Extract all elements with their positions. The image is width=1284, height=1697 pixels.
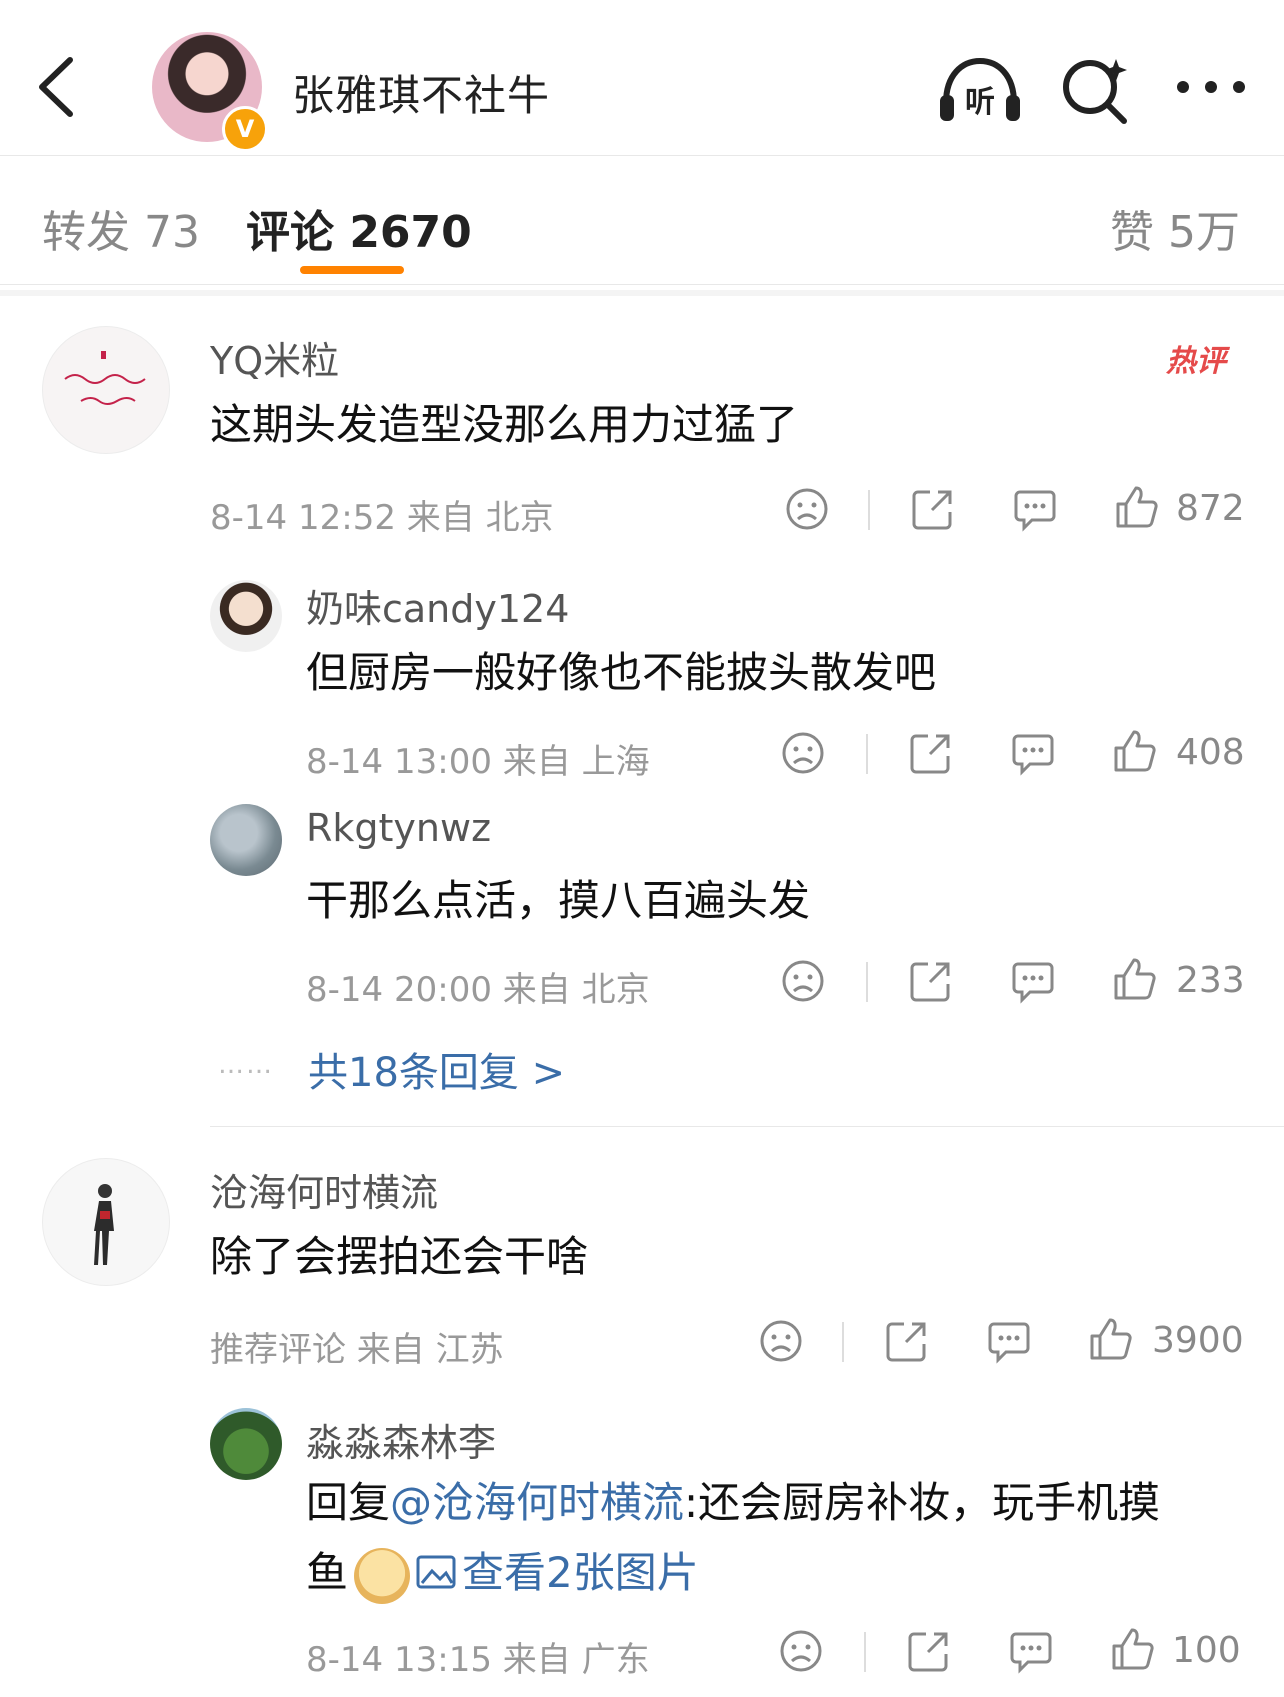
like-count: 408 xyxy=(1176,732,1245,773)
reply-comment-icon[interactable] xyxy=(986,1318,1032,1364)
like-thumb-icon[interactable] xyxy=(1110,1626,1156,1672)
like-count: 3900 xyxy=(1152,1320,1244,1361)
reply-meta: 8-14 20:00 来自 北京 xyxy=(306,970,650,1010)
reply-text-line1: :还会厨房补妆，玩手机摸 xyxy=(684,1478,1161,1527)
reply-avatar[interactable] xyxy=(210,1408,282,1480)
active-tab-indicator xyxy=(300,266,404,274)
reply-prefix: 回复 xyxy=(306,1478,391,1527)
commenter-name[interactable]: YQ米粒 xyxy=(210,330,339,385)
top-bar: V 张雅琪不社牛 听 xyxy=(0,0,1284,156)
comment-meta: 推荐评论 来自 江苏 xyxy=(210,1330,504,1370)
view-images-label: 查看2张图片 xyxy=(462,1548,699,1597)
dislike-icon[interactable] xyxy=(780,730,826,776)
share-icon[interactable] xyxy=(908,958,954,1004)
reply-meta: 8-14 13:15 来自 广东 xyxy=(306,1640,650,1680)
comment-divider xyxy=(210,1126,1284,1127)
reply-meta: 8-14 13:00 来自 上海 xyxy=(306,742,650,782)
tab-like[interactable]: 赞 5万 xyxy=(1110,196,1240,260)
doge-emoji-icon xyxy=(354,1547,411,1604)
hot-comment-badge: 热评 xyxy=(1166,344,1226,379)
like-thumb-icon[interactable] xyxy=(1114,484,1160,530)
action-separator xyxy=(868,490,870,530)
commenter-avatar[interactable] xyxy=(42,1158,170,1286)
reply-text-line2: 鱼 xyxy=(306,1548,349,1597)
like-count: 100 xyxy=(1172,1630,1241,1671)
view-all-replies-link[interactable]: 共18条回复 > xyxy=(308,1040,565,1098)
reply-author-name[interactable]: 奶味candy124 xyxy=(306,578,569,633)
reply-comment-icon[interactable] xyxy=(1012,486,1058,532)
reply-text: 但厨房一般好像也不能披头散发吧 xyxy=(306,648,937,697)
share-icon[interactable] xyxy=(884,1318,930,1364)
reply-comment-icon[interactable] xyxy=(1008,1628,1054,1674)
comment-text: 除了会摆拍还会干啥 xyxy=(210,1232,589,1281)
more-options-icon[interactable] xyxy=(1175,72,1247,102)
view-images-link[interactable]: 查看2张图片 xyxy=(416,1548,699,1597)
reply-text: 回复@沧海何时横流:还会厨房补妆，玩手机摸 鱼 查看2张图片 xyxy=(306,1468,1246,1608)
listen-label: 听 xyxy=(965,85,995,120)
comment-meta: 8-14 12:52 来自 北京 xyxy=(210,498,554,538)
dislike-icon[interactable] xyxy=(758,1318,804,1364)
commenter-avatar[interactable] xyxy=(42,326,170,454)
calligraphy-avatar-image xyxy=(64,351,146,405)
reply-comment-icon[interactable] xyxy=(1010,730,1056,776)
dislike-icon[interactable] xyxy=(780,958,826,1004)
dislike-icon[interactable] xyxy=(784,486,830,532)
action-separator xyxy=(866,734,868,774)
reply-comment-icon[interactable] xyxy=(1010,958,1056,1004)
walking-figure-avatar-image xyxy=(94,1184,114,1265)
like-thumb-icon[interactable] xyxy=(1112,956,1158,1002)
commenter-name[interactable]: 沧海何时横流 xyxy=(210,1162,438,1217)
like-thumb-icon[interactable] xyxy=(1112,728,1158,774)
reply-author-name[interactable]: 淼淼森林李 xyxy=(306,1412,496,1467)
like-count: 233 xyxy=(1176,960,1245,1001)
tab-bar: 转发 73 评论 2670 赞 5万 xyxy=(0,156,1284,285)
reply-avatar[interactable] xyxy=(210,804,282,876)
tab-repost[interactable]: 转发 73 xyxy=(42,196,200,260)
action-separator xyxy=(842,1322,844,1362)
tab-comment[interactable]: 评论 2670 xyxy=(246,196,472,260)
headphones-listen-icon[interactable]: 听 xyxy=(938,55,1022,125)
reply-author-name[interactable]: Rkgtynwz xyxy=(306,806,491,850)
share-icon[interactable] xyxy=(910,486,956,532)
reply-text: 干那么点活，摸八百遍头发 xyxy=(306,876,811,925)
like-thumb-icon[interactable] xyxy=(1088,1316,1134,1362)
verified-badge: V xyxy=(222,106,268,152)
image-icon xyxy=(416,1555,456,1589)
reply-avatar[interactable] xyxy=(210,580,282,652)
search-icon[interactable] xyxy=(1060,55,1130,125)
comment-text: 这期头发造型没那么用力过猛了 xyxy=(210,400,799,449)
share-icon[interactable] xyxy=(908,730,954,776)
mention-link[interactable]: @沧海何时横流 xyxy=(390,1478,684,1527)
like-count: 872 xyxy=(1176,488,1245,529)
action-separator xyxy=(866,962,868,1002)
back-arrow-icon[interactable] xyxy=(30,52,90,122)
action-separator xyxy=(864,1632,866,1672)
share-icon[interactable] xyxy=(906,1628,952,1674)
dislike-icon[interactable] xyxy=(778,1628,824,1674)
section-gap xyxy=(0,290,1284,296)
replies-dots: …… xyxy=(218,1050,274,1080)
author-name[interactable]: 张雅琪不社牛 xyxy=(292,62,550,123)
